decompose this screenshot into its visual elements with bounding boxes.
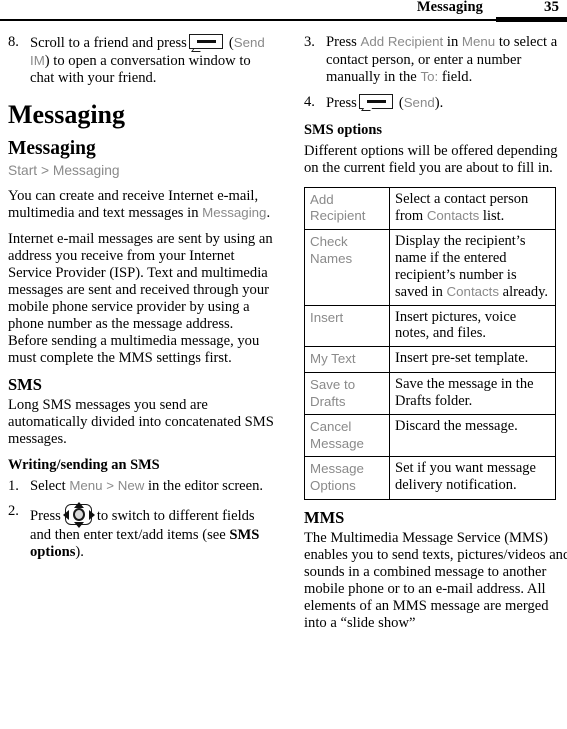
table-cell-option: Save to Drafts (304, 371, 390, 416)
navigation-key-icon (62, 501, 95, 528)
list-item: 4. Press (Send). (304, 93, 567, 113)
table-cell-description: Insert pictures, voice notes, and files. (389, 304, 556, 348)
softkey-icon (188, 34, 227, 52)
step-text-b: in the editor screen. (144, 478, 264, 495)
step-text-a: Press (30, 507, 61, 524)
path-separator: > (102, 478, 118, 494)
table-cell-description: Save the message in the Drafts folder. (389, 371, 556, 416)
page-header: Messaging 35 (0, 0, 567, 22)
table-row: Check Names Display the recipient’s name… (304, 228, 556, 306)
page-number: 35 (544, 0, 559, 15)
desc-b: list. (479, 207, 505, 224)
table-cell-option: Insert (304, 304, 390, 348)
step-number: 3. (304, 34, 315, 50)
left-column: 8. Scroll to a friend and press (Send IM) … (8, 34, 276, 572)
step-text-c: ). (75, 544, 84, 561)
step-text-b: in (443, 34, 462, 50)
desc-a: Set if you want message delivery notific… (395, 460, 536, 494)
ui-term-add-recipient: Add Recipient (360, 34, 444, 49)
chapter-title: Messaging (8, 99, 125, 129)
step-text-d: field. (438, 69, 473, 86)
desc-b: already. (499, 283, 549, 300)
table-body: Add Recipient Select a contact person fr… (304, 186, 556, 500)
table-cell-description: Discard the message. (389, 414, 556, 458)
ui-term-menu: Menu (69, 478, 103, 494)
step-text-a: Select (30, 478, 70, 495)
step-text-a: Press (326, 94, 357, 111)
table-cell-option: Check Names (304, 228, 390, 306)
sms-paragraph: Long SMS messages you send are automatic… (8, 396, 274, 447)
header-rule-accent (496, 17, 567, 22)
right-column: 3. Press Add Recipient in Menu to select … (304, 34, 567, 641)
subsubsection-title-writing-sending-sms: Writing/sending an SMS (8, 456, 160, 473)
header-chapter-title: Messaging (416, 0, 483, 15)
sms-step-list: 1. Select Menu > New in the editor screen… (8, 478, 276, 562)
continued-step-list: 8. Scroll to a friend and press (Send IM) … (8, 34, 276, 88)
table-cell-description: Insert pre-set template. (389, 346, 556, 373)
header-rule (0, 19, 567, 21)
intro-paragraph-2: Internet e-mail messages are sent by usi… (8, 230, 273, 366)
subsection-title-mms: MMS (304, 507, 345, 527)
list-item: 3. Press Add Recipient in Menu to select … (304, 34, 567, 87)
step-number: 1. (8, 478, 19, 495)
list-item: 8. Scroll to a friend and press (Send IM) … (8, 34, 276, 88)
desc-a: Insert pictures, voice notes, and files. (395, 308, 517, 342)
table-cell-description: Display the recipient’s name if the ente… (389, 228, 556, 306)
subsubsection-title-sms-options: SMS options (304, 121, 382, 138)
table-row: Message Options Set if you want message … (304, 456, 556, 500)
intro-text-b: . (266, 204, 271, 221)
subsection-title-sms: SMS (8, 374, 42, 394)
desc-a: Insert pre-set template. (395, 350, 529, 367)
table-cell-description: Set if you want message delivery notific… (389, 456, 556, 500)
mms-paragraph: The Multimedia Message Service (MMS) ena… (304, 529, 567, 631)
intro-paragraph-1: You can create and receive Internet e-ma… (8, 188, 276, 222)
table-row: My Text Insert pre-set template. (304, 346, 556, 373)
ui-term-menu: Menu (461, 34, 496, 49)
list-item: 1. Select Menu > New in the editor screen… (8, 478, 276, 496)
ui-term-new: New (117, 478, 145, 494)
breadcrumb: Start > Messaging (8, 162, 120, 178)
step-number: 4. (304, 93, 315, 110)
table-row: Save to Drafts Save the message in the D… (304, 371, 556, 416)
table-cell-option: Add Recipient (304, 186, 390, 230)
sms-options-table: Add Recipient Select a contact person fr… (304, 186, 556, 500)
table-cell-option: My Text (304, 346, 390, 373)
section-title-messaging: Messaging (8, 138, 96, 160)
table-row: Insert Insert pictures, voice notes, and… (304, 304, 556, 348)
sms-options-paragraph: Different options will be offered depend… (304, 142, 558, 176)
table-row: Cancel Message Discard the message. (304, 414, 556, 458)
list-item: 2. Press to switch to different fields and… (8, 501, 276, 562)
table-cell-option: Cancel Message (304, 414, 390, 458)
desc-a: Discard the message. (395, 418, 518, 435)
ui-term-send: Send (403, 94, 435, 110)
ui-term-messaging: Messaging (202, 204, 267, 220)
step-text: Scroll to a friend and press (30, 35, 187, 51)
mms-step-list: 3. Press Add Recipient in Menu to select … (304, 34, 567, 113)
step-number: 8. (8, 34, 19, 50)
table-cell-option: Message Options (304, 456, 390, 500)
ui-term-contacts: Contacts (426, 207, 480, 223)
step-text-a: Press (326, 34, 361, 50)
manual-page: Messaging 35 8. Scroll to a friend and pr… (0, 0, 567, 729)
softkey-icon (358, 93, 397, 112)
step-text-tail: ) to open a conversation window to chat … (30, 52, 251, 87)
ui-term-contacts: Contacts (446, 283, 500, 299)
table-cell-description: Select a contact person from Contacts li… (389, 186, 556, 230)
ui-term-to-field: To: (420, 69, 439, 85)
desc-a: Save the message in the Drafts folder. (395, 375, 534, 409)
step-number: 2. (8, 502, 19, 519)
paren-close: ). (434, 94, 444, 111)
table-row: Add Recipient Select a contact person fr… (304, 186, 556, 230)
